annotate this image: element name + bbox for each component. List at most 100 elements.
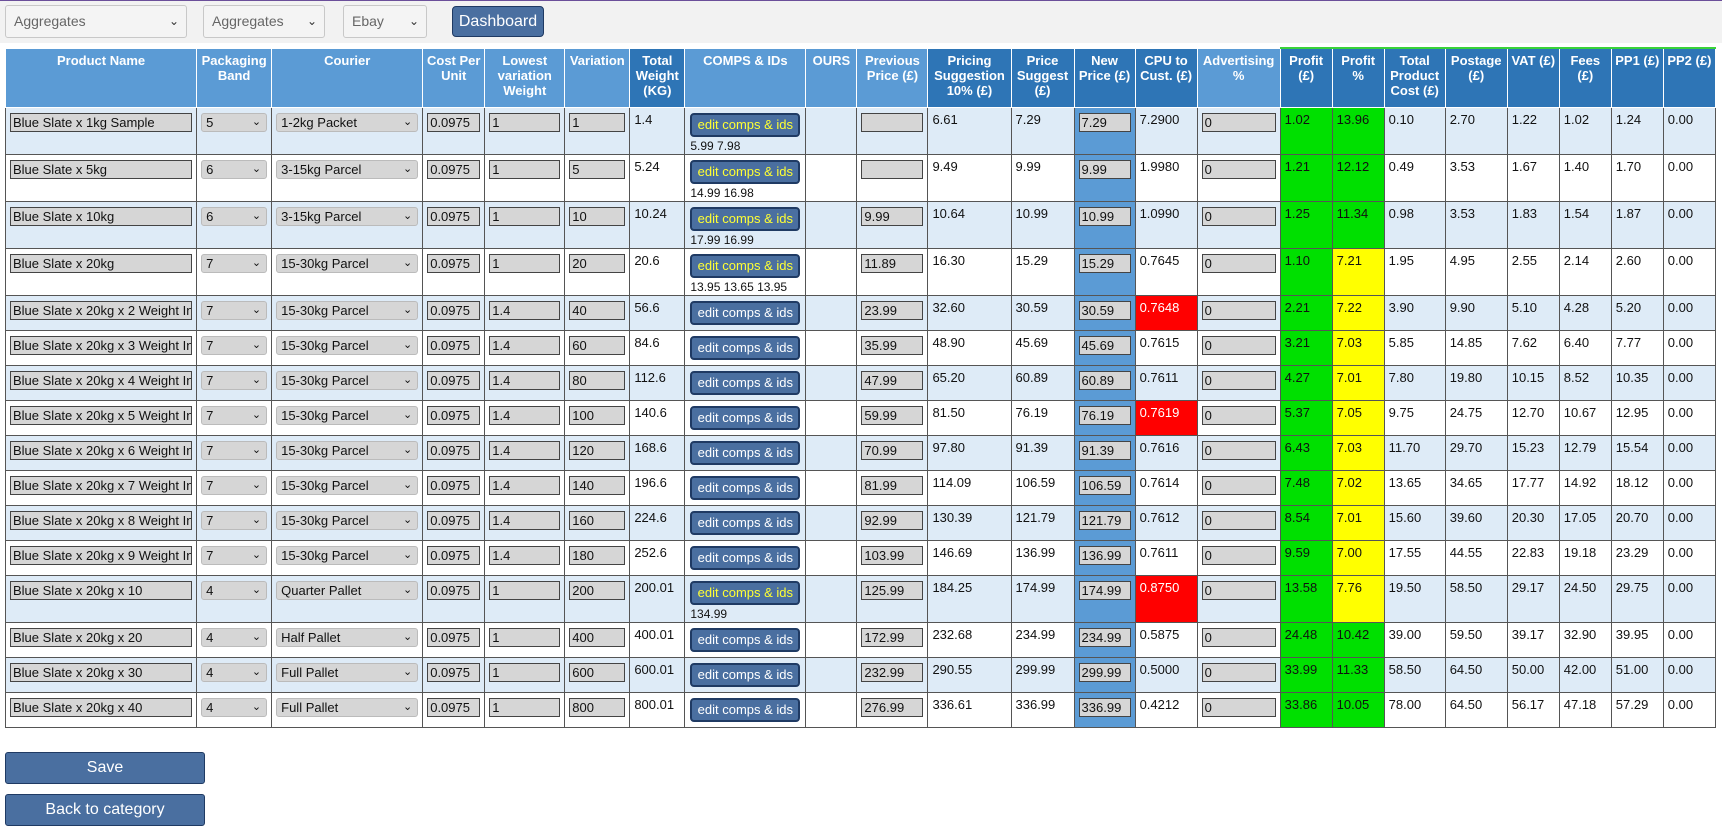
previous-price-input[interactable]: 23.99 [861,300,924,320]
courier-select[interactable]: Quarter Pallet ⌄ [276,580,419,600]
new-price-input[interactable]: 121.79 [1078,510,1131,530]
cost-per-unit-input[interactable]: 0.0975 [427,112,481,132]
cost-per-unit-input[interactable]: 0.0975 [427,253,481,273]
courier-select[interactable]: 3-15kg Parcel ⌄ [276,159,419,179]
courier-select[interactable]: 15-30kg Parcel ⌄ [276,405,419,425]
courier-select[interactable]: 15-30kg Parcel ⌄ [276,510,419,530]
packaging-band-select[interactable]: 5 ⌄ [201,112,268,132]
advertising-input[interactable]: 0 [1201,300,1276,320]
product-name-input[interactable]: Blue Slate x 20kg x 40 [10,697,193,717]
packaging-band-select[interactable]: 7 ⌄ [201,300,268,320]
edit-comps-button[interactable]: edit comps & ids [690,697,801,722]
variation-input[interactable]: 140 [569,475,626,495]
courier-select[interactable]: Full Pallet ⌄ [276,662,419,682]
packaging-band-select[interactable]: 6 ⌄ [201,159,268,179]
edit-comps-button[interactable]: edit comps & ids [690,112,801,137]
lowest-variation-weight-input[interactable]: 1 [489,253,561,273]
lowest-variation-weight-input[interactable]: 1.4 [489,545,561,565]
courier-select[interactable]: 15-30kg Parcel ⌄ [276,475,419,495]
edit-comps-button[interactable]: edit comps & ids [690,662,801,687]
variation-input[interactable]: 80 [569,370,626,390]
lowest-variation-weight-input[interactable]: 1 [489,627,561,647]
edit-comps-button[interactable]: edit comps & ids [690,159,801,184]
variation-input[interactable]: 60 [569,335,626,355]
lowest-variation-weight-input[interactable]: 1.4 [489,405,561,425]
previous-price-input[interactable] [861,112,924,132]
advertising-input[interactable]: 0 [1201,510,1276,530]
edit-comps-button[interactable]: edit comps & ids [690,206,801,231]
cost-per-unit-input[interactable]: 0.0975 [427,300,481,320]
cost-per-unit-input[interactable]: 0.0975 [427,159,481,179]
advertising-input[interactable]: 0 [1201,662,1276,682]
previous-price-input[interactable]: 103.99 [861,545,924,565]
subcategory-select[interactable]: Aggregates ⌄ [203,5,325,38]
previous-price-input[interactable]: 59.99 [861,405,924,425]
edit-comps-button[interactable]: edit comps & ids [690,405,801,430]
previous-price-input[interactable]: 70.99 [861,440,924,460]
lowest-variation-weight-input[interactable]: 1.4 [489,300,561,320]
cost-per-unit-input[interactable]: 0.0975 [427,662,481,682]
lowest-variation-weight-input[interactable]: 1.4 [489,510,561,530]
previous-price-input[interactable]: 9.99 [861,206,924,226]
lowest-variation-weight-input[interactable]: 1 [489,159,561,179]
edit-comps-button[interactable]: edit comps & ids [690,627,801,652]
previous-price-input[interactable]: 172.99 [861,627,924,647]
packaging-band-select[interactable]: 4 ⌄ [201,697,268,717]
edit-comps-button[interactable]: edit comps & ids [690,253,801,278]
previous-price-input[interactable]: 92.99 [861,510,924,530]
cost-per-unit-input[interactable]: 0.0975 [427,405,481,425]
product-name-input[interactable]: Blue Slate x 10kg [10,206,193,226]
courier-select[interactable]: 15-30kg Parcel ⌄ [276,300,419,320]
courier-select[interactable]: 15-30kg Parcel ⌄ [276,335,419,355]
courier-select[interactable]: 15-30kg Parcel ⌄ [276,440,419,460]
advertising-input[interactable]: 0 [1201,697,1276,717]
advertising-input[interactable]: 0 [1201,112,1276,132]
cost-per-unit-input[interactable]: 0.0975 [427,440,481,460]
advertising-input[interactable]: 0 [1201,253,1276,273]
packaging-band-select[interactable]: 7 ⌄ [201,510,268,530]
lowest-variation-weight-input[interactable]: 1.4 [489,475,561,495]
packaging-band-select[interactable]: 7 ⌄ [201,253,268,273]
advertising-input[interactable]: 0 [1201,440,1276,460]
product-name-input[interactable]: Blue Slate x 20kg x 20 [10,627,193,647]
lowest-variation-weight-input[interactable]: 1.4 [489,370,561,390]
product-name-input[interactable]: Blue Slate x 20kg [10,253,193,273]
product-name-input[interactable]: Blue Slate x 20kg x 6 Weight In [10,440,193,460]
channel-select[interactable]: Ebay ⌄ [343,5,427,38]
variation-input[interactable]: 100 [569,405,626,425]
variation-input[interactable]: 120 [569,440,626,460]
variation-input[interactable]: 20 [569,253,626,273]
new-price-input[interactable]: 336.99 [1078,697,1131,717]
advertising-input[interactable]: 0 [1201,335,1276,355]
cost-per-unit-input[interactable]: 0.0975 [427,335,481,355]
product-name-input[interactable]: Blue Slate x 1kg Sample [10,112,193,132]
lowest-variation-weight-input[interactable]: 1.4 [489,335,561,355]
product-name-input[interactable]: Blue Slate x 20kg x 30 [10,662,193,682]
previous-price-input[interactable]: 81.99 [861,475,924,495]
edit-comps-button[interactable]: edit comps & ids [690,335,801,360]
new-price-input[interactable]: 299.99 [1078,662,1131,682]
courier-select[interactable]: 15-30kg Parcel ⌄ [276,545,419,565]
previous-price-input[interactable]: 125.99 [861,580,924,600]
lowest-variation-weight-input[interactable]: 1 [489,697,561,717]
product-name-input[interactable]: Blue Slate x 20kg x 8 Weight In [10,510,193,530]
cost-per-unit-input[interactable]: 0.0975 [427,580,481,600]
packaging-band-select[interactable]: 7 ⌄ [201,370,268,390]
cost-per-unit-input[interactable]: 0.0975 [427,475,481,495]
variation-input[interactable]: 180 [569,545,626,565]
cost-per-unit-input[interactable]: 0.0975 [427,370,481,390]
cost-per-unit-input[interactable]: 0.0975 [427,545,481,565]
product-name-input[interactable]: Blue Slate x 20kg x 3 Weight In [10,335,193,355]
previous-price-input[interactable]: 35.99 [861,335,924,355]
variation-input[interactable]: 160 [569,510,626,530]
edit-comps-button[interactable]: edit comps & ids [690,510,801,535]
product-name-input[interactable]: Blue Slate x 5kg [10,159,193,179]
advertising-input[interactable]: 0 [1201,206,1276,226]
edit-comps-button[interactable]: edit comps & ids [690,545,801,570]
variation-input[interactable]: 200 [569,580,626,600]
new-price-input[interactable]: 76.19 [1078,405,1131,425]
lowest-variation-weight-input[interactable]: 1 [489,206,561,226]
product-name-input[interactable]: Blue Slate x 20kg x 4 Weight In [10,370,193,390]
edit-comps-button[interactable]: edit comps & ids [690,475,801,500]
category-select[interactable]: Aggregates ⌄ [5,5,187,38]
